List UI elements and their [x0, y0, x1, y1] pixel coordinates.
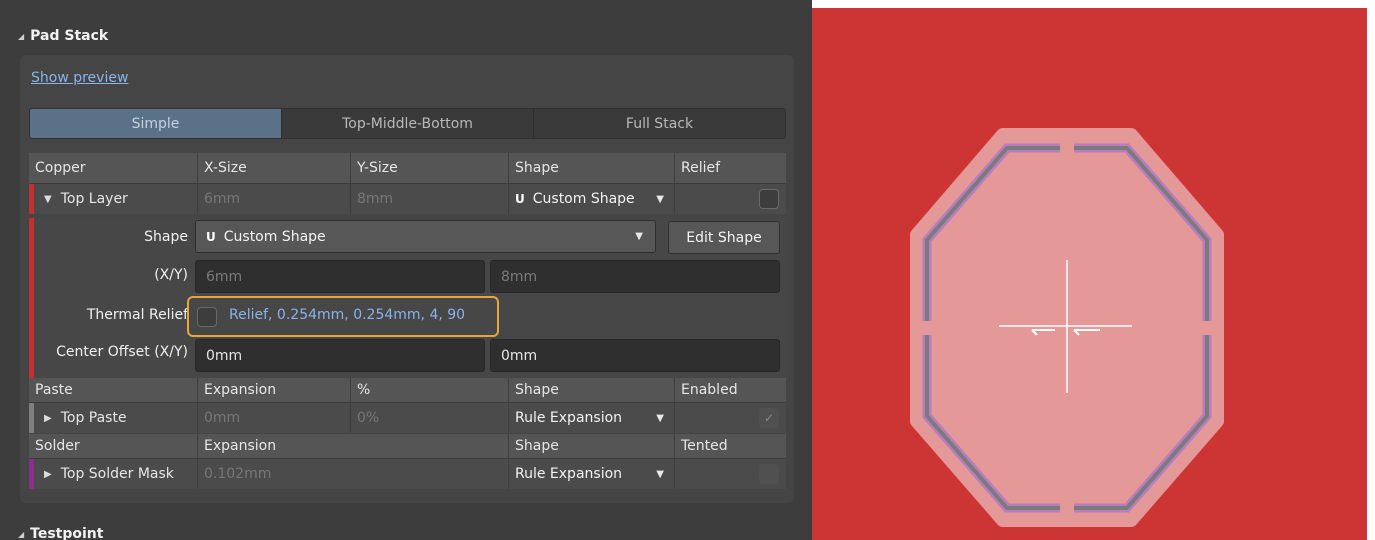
- copper-col-header: Copper: [29, 153, 198, 183]
- pad-stack-section-header[interactable]: ◢ Pad Stack: [18, 26, 108, 46]
- top-paste-row[interactable]: ▶ Top Paste 0mm 0% Rule Expansion ▼ ✓: [29, 402, 786, 433]
- center-offset-label: Center Offset (X/Y): [56, 344, 188, 360]
- thermal-relief-link[interactable]: Relief, 0.254mm, 0.254mm, 4, 90: [229, 307, 465, 323]
- top-layer-name-cell[interactable]: ▼ Top Layer: [29, 184, 198, 214]
- center-offset-x-input[interactable]: 0mm: [195, 339, 485, 372]
- thermal-spoke-left: [916, 321, 938, 335]
- top-paste-name-cell[interactable]: ▶ Top Paste: [29, 403, 198, 433]
- top-paste-label: Top Paste: [60, 410, 127, 426]
- custom-shape-icon: U: [515, 192, 525, 206]
- custom-shape-icon: U: [206, 229, 216, 244]
- top-layer-x-size: 6mm: [198, 184, 351, 214]
- shape-select-value: Custom Shape: [223, 228, 326, 245]
- solder-col-header: Solder: [29, 434, 198, 458]
- top-paste-percent: 0%: [351, 403, 509, 433]
- testpoint-title: Testpoint: [30, 526, 104, 540]
- enabled-checkbox[interactable]: ✓: [759, 408, 779, 428]
- paste-col-header: Paste: [29, 378, 198, 402]
- layer-color-bar: [29, 403, 34, 433]
- testpoint-section-header[interactable]: ◢ Testpoint: [18, 524, 103, 540]
- pad-stack-body: Show preview Simple Top-Middle-Bottom Fu…: [20, 55, 794, 503]
- chevron-down-icon: ▼: [656, 412, 664, 424]
- collapse-triangle-icon[interactable]: ◢: [18, 32, 24, 41]
- top-solder-mask-row[interactable]: ▶ Top Solder Mask 0.102mm Rule Expansion…: [29, 458, 786, 489]
- tab-simple[interactable]: Simple: [30, 109, 282, 138]
- xy-label: (X/Y): [154, 267, 188, 283]
- y-size-col-header: Y-Size: [351, 153, 509, 183]
- top-solder-shape-value: Rule Expansion: [515, 466, 623, 482]
- solder-expansion-col-header: Expansion: [198, 434, 509, 458]
- shape-col-header: Shape: [509, 153, 675, 183]
- top-solder-shape-dropdown[interactable]: Rule Expansion ▼: [509, 459, 675, 489]
- chevron-down-icon: ▼: [635, 231, 643, 242]
- collapse-triangle-icon[interactable]: ◢: [18, 530, 24, 539]
- collapsed-triangle-icon[interactable]: ▶: [44, 413, 52, 424]
- top-layer-shape-dropdown[interactable]: U Custom Shape ▼: [509, 184, 675, 214]
- tented-checkbox[interactable]: [759, 464, 779, 484]
- copper-header-row: Copper X-Size Y-Size Shape Relief: [29, 153, 786, 183]
- top-solder-name-cell[interactable]: ▶ Top Solder Mask: [29, 459, 198, 489]
- paste-shape-col-header: Shape: [509, 378, 675, 402]
- pad-mode-tabs: Simple Top-Middle-Bottom Full Stack: [29, 108, 786, 139]
- thermal-spoke-bottom: [1060, 496, 1074, 518]
- y-size-input[interactable]: 8mm: [490, 260, 780, 293]
- layer-color-bar: [29, 184, 34, 214]
- tented-cell: [675, 459, 786, 489]
- solder-shape-col-header: Shape: [509, 434, 675, 458]
- expanded-triangle-icon[interactable]: ▼: [44, 194, 52, 205]
- x-size-col-header: X-Size: [198, 153, 351, 183]
- shape-select[interactable]: U Custom Shape ▼: [195, 220, 656, 253]
- top-paste-expansion: 0mm: [198, 403, 351, 433]
- relief-checkbox[interactable]: [759, 189, 779, 209]
- properties-panel: ◢ Pad Stack Show preview Simple Top-Midd…: [0, 0, 812, 540]
- paste-percent-col-header: %: [351, 378, 509, 402]
- pad-stack-title: Pad Stack: [30, 28, 109, 44]
- top-paste-shape-value: Rule Expansion: [515, 410, 623, 426]
- top-solder-expansion: 0.102mm: [198, 459, 509, 489]
- thermal-spoke-right: [1196, 321, 1218, 335]
- thermal-spoke-top: [1060, 138, 1074, 160]
- shape-label: Shape: [144, 229, 188, 245]
- paste-enabled-col-header: Enabled: [681, 382, 738, 398]
- center-offset-y-input[interactable]: 0mm: [490, 339, 780, 372]
- thermal-relief-label: Thermal Relief: [86, 307, 188, 323]
- tab-full-stack[interactable]: Full Stack: [534, 109, 785, 138]
- solder-tented-col-header: Tented: [681, 438, 728, 454]
- tab-top-middle-bottom[interactable]: Top-Middle-Bottom: [282, 109, 534, 138]
- solder-header-row: Solder Expansion Shape Tented: [29, 434, 786, 458]
- layer-color-bar: [29, 218, 34, 378]
- top-layer-label: Top Layer: [60, 191, 128, 207]
- top-layer-y-size: 8mm: [351, 184, 509, 214]
- chevron-down-icon: ▼: [656, 468, 664, 480]
- edit-shape-button[interactable]: Edit Shape: [668, 221, 780, 254]
- enabled-cell: ✓: [675, 403, 786, 433]
- checkmark-icon: ✓: [763, 411, 775, 425]
- top-solder-label: Top Solder Mask: [60, 466, 174, 482]
- relief-cell: [675, 184, 786, 214]
- layer-color-bar: [29, 459, 34, 489]
- x-size-input[interactable]: 6mm: [195, 260, 485, 293]
- top-layer-details: Shape U Custom Shape ▼ Edit Shape (X/Y) 6…: [29, 218, 786, 378]
- pad-preview-canvas[interactable]: [812, 8, 1367, 540]
- chevron-down-icon: ▼: [656, 193, 664, 205]
- relief-col-header: Relief: [681, 160, 721, 176]
- show-preview-link[interactable]: Show preview: [31, 70, 128, 86]
- pad-preview-svg: [910, 128, 1224, 527]
- top-layer-row[interactable]: ▼ Top Layer 6mm 8mm U Custom Shape ▼: [29, 183, 786, 214]
- paste-header-row: Paste Expansion % Shape Enabled: [29, 378, 786, 402]
- paste-expansion-col-header: Expansion: [198, 378, 351, 402]
- collapsed-triangle-icon[interactable]: ▶: [44, 469, 52, 480]
- thermal-relief-checkbox[interactable]: [197, 307, 217, 327]
- top-layer-shape-value: Custom Shape: [532, 191, 635, 207]
- top-paste-shape-dropdown[interactable]: Rule Expansion ▼: [509, 403, 675, 433]
